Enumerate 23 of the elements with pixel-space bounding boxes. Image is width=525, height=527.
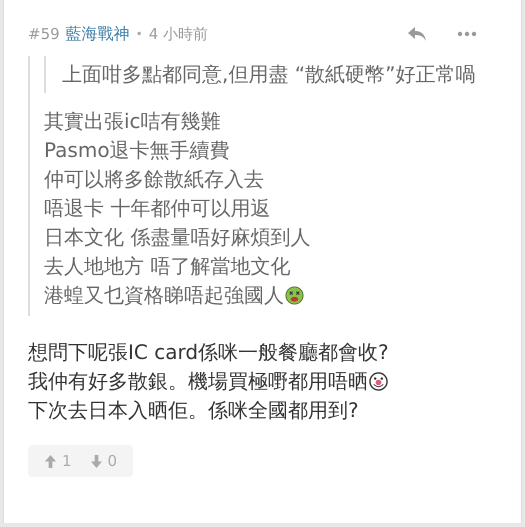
nested-quote-text: 上面咁多點都同意,但用盡 “散紙硬幣”好正常喎 (44, 56, 521, 93)
up-arrow-icon (44, 454, 57, 468)
quote-line: 仲可以將多餘散紙存入去 (44, 166, 264, 193)
sick-face-icon (285, 286, 304, 305)
quote-line: 港蝗又乜資格睇唔起強國人 (44, 282, 284, 309)
quote-line: 唔退卡 十年都仲可以用返 (44, 195, 270, 222)
timestamp: 4 小時前 (148, 24, 208, 44)
comment-line: 我仲有好多散銀。機場買極嘢都用唔晒 (28, 368, 368, 395)
down-arrow-icon (90, 454, 103, 468)
downvote-button[interactable]: 0 (86, 450, 122, 472)
more-icon[interactable] (457, 31, 477, 37)
comment-number: #59 (28, 25, 60, 43)
quote-line: 去人地地方 唔了解當地文化 (44, 253, 290, 280)
reply-icon[interactable] (407, 26, 427, 42)
separator-dot: • (136, 27, 143, 41)
quote-line: Pasmo退卡無手續費 (44, 137, 230, 164)
author-name[interactable]: 藍海戰神 (66, 24, 130, 44)
comment-line: 想問下呢張IC card係咪一般餐廳都會收? (28, 339, 389, 366)
upvote-button[interactable]: 1 (40, 450, 76, 472)
clown-face-icon (369, 372, 388, 391)
quote-line: 日本文化 係盡量唔好麻煩到人 (44, 224, 310, 251)
comment-line: 下次去日本入晒佢。係咪全國都用到? (28, 397, 359, 424)
quote-line: 其實出張ic咭有幾難 (44, 108, 221, 135)
